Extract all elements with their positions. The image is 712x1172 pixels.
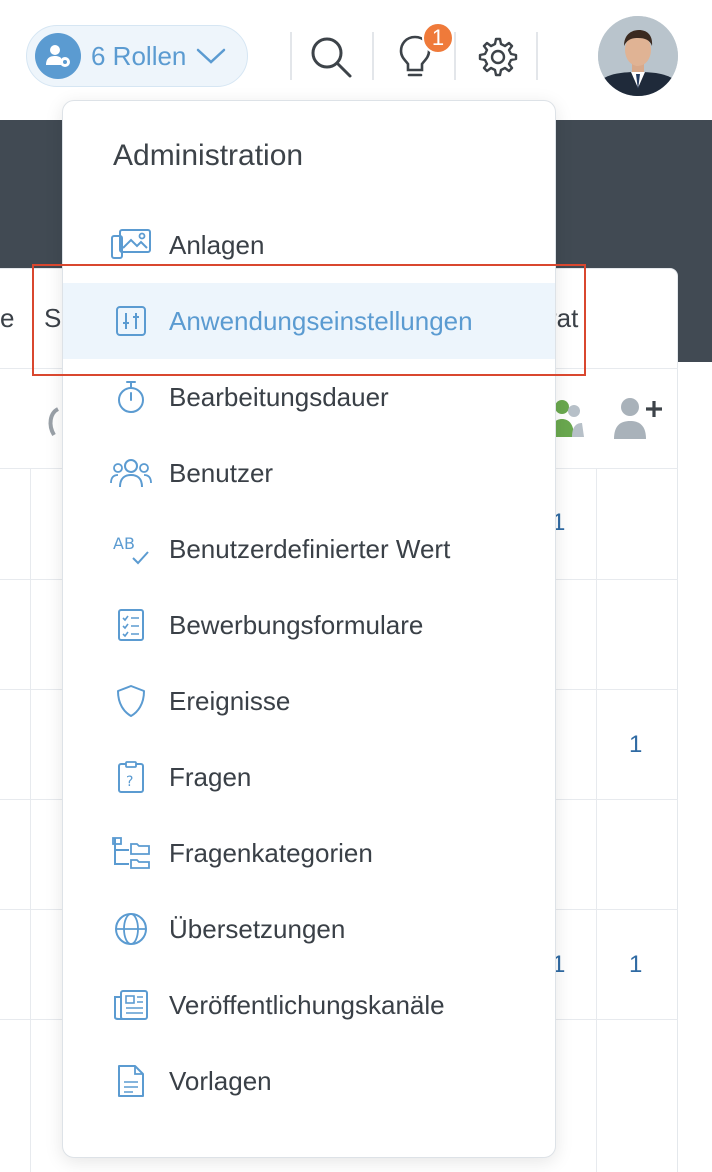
- grid-line: [30, 469, 31, 1172]
- menu-item-benutzer[interactable]: Benutzer: [63, 435, 555, 511]
- notification-badge: 1: [422, 22, 454, 54]
- chevron-down-icon: [196, 47, 226, 65]
- svg-text:AB: AB: [113, 534, 135, 553]
- menu-title: Administration: [113, 139, 304, 172]
- menu-item-anwendungseinstellungen[interactable]: Anwendungseinstellungen: [63, 283, 555, 359]
- menu-item-fragen[interactable]: ? Fragen: [63, 739, 555, 815]
- avatar[interactable]: [598, 16, 678, 96]
- header-divider: [372, 32, 374, 80]
- table-cell[interactable]: 1: [629, 731, 642, 759]
- menu-item-label: Fragen: [169, 761, 252, 792]
- menu-item-label: Vorlagen: [169, 1065, 272, 1096]
- menu-item-bewerbungsformulare[interactable]: Bewerbungsformulare: [63, 587, 555, 663]
- menu-item-ereignisse[interactable]: Ereignisse: [63, 663, 555, 739]
- menu-item-anlagen[interactable]: Anlagen: [63, 207, 555, 283]
- stopwatch-icon: [109, 375, 153, 419]
- roles-selector[interactable]: 6 Rollen: [26, 25, 248, 87]
- grid-line: [596, 469, 597, 1172]
- gallery-icon: [109, 223, 153, 267]
- users-icon: [109, 451, 153, 495]
- menu-item-label: Anwendungseinstellungen: [169, 305, 473, 336]
- question-clipboard-icon: ?: [109, 755, 153, 799]
- header-divider: [454, 32, 456, 80]
- folder-tree-icon: [109, 831, 153, 875]
- newspaper-icon: [109, 983, 153, 1027]
- sliders-icon: [109, 299, 153, 343]
- menu-item-label: Bewerbungsformulare: [169, 609, 424, 640]
- checklist-icon: [109, 603, 153, 647]
- menu-item-label: Benutzerdefinierter Wert: [169, 533, 451, 564]
- search-icon[interactable]: [306, 32, 356, 82]
- document-icon: [109, 1059, 153, 1103]
- menu-item-uebersetzungen[interactable]: Übersetzungen: [63, 891, 555, 967]
- ab-check-icon: AB: [109, 527, 153, 571]
- user-cog-icon: [35, 33, 81, 79]
- menu-item-label: Übersetzungen: [169, 913, 346, 944]
- menu-item-veroeffentlichungskanaele[interactable]: Veröffentlichungskanäle: [63, 967, 555, 1043]
- add-user-icon[interactable]: [612, 395, 664, 446]
- table-cell[interactable]: 1: [629, 951, 642, 979]
- menu-item-benutzerdefinierter-wert[interactable]: AB Benutzerdefinierter Wert: [63, 511, 555, 587]
- gear-icon[interactable]: [471, 32, 521, 82]
- menu-item-label: Anlagen: [169, 229, 265, 260]
- partial-icon: [46, 405, 62, 446]
- shield-icon: [109, 679, 153, 723]
- roles-label: 6 Rollen: [91, 40, 187, 71]
- menu-item-label: Ereignisse: [169, 685, 291, 716]
- column-header[interactable]: S: [44, 303, 61, 334]
- column-header[interactable]: e: [0, 303, 14, 334]
- menu-item-vorlagen[interactable]: Vorlagen: [63, 1043, 555, 1119]
- menu-item-label: Benutzer: [169, 457, 274, 488]
- svg-text:?: ?: [126, 774, 133, 790]
- header-divider: [536, 32, 538, 80]
- menu-item-bearbeitungsdauer[interactable]: Bearbeitungsdauer: [63, 359, 555, 435]
- menu-item-label: Fragenkategorien: [169, 837, 373, 868]
- menu-item-label: Veröffentlichungskanäle: [169, 989, 445, 1020]
- globe-icon: [109, 907, 153, 951]
- menu-item-label: Bearbeitungsdauer: [169, 381, 389, 412]
- administration-menu: Administration Anlagen Anwendungseinstel…: [62, 100, 556, 1158]
- header-divider: [290, 32, 292, 80]
- menu-item-fragenkategorien[interactable]: Fragenkategorien: [63, 815, 555, 891]
